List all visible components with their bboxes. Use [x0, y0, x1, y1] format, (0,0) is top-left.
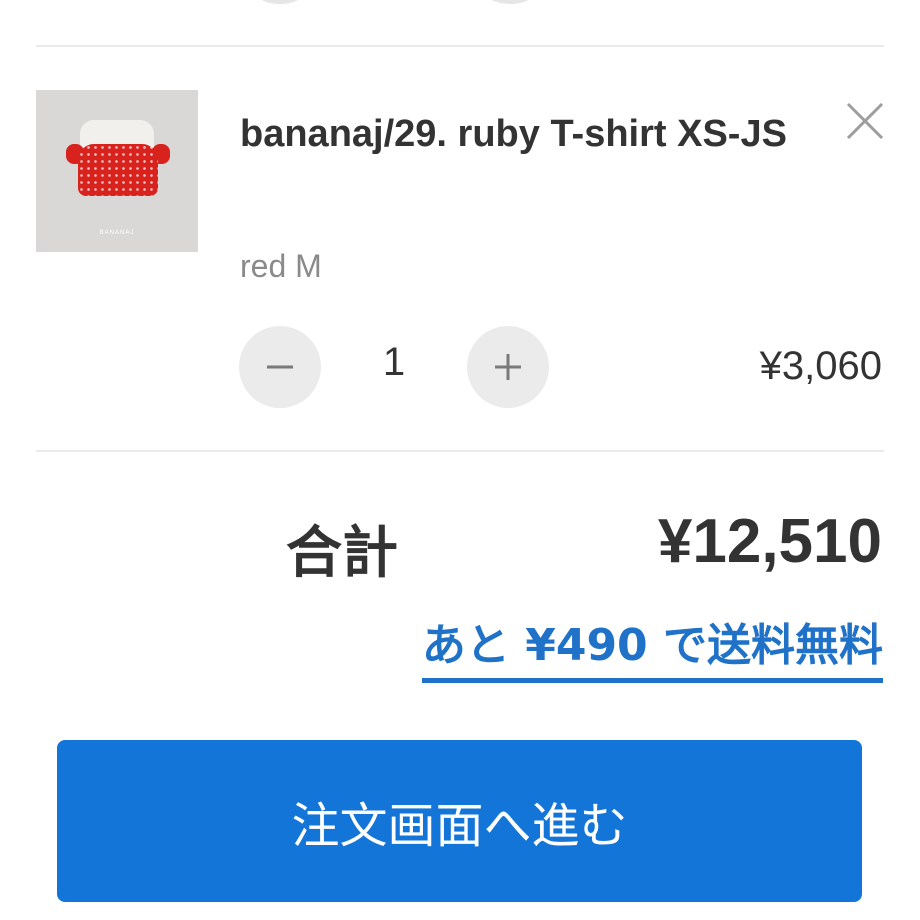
- thumbnail-brand: BANANAJ: [99, 230, 135, 236]
- total-value: ¥12,510: [657, 507, 882, 576]
- quantity-value: 1: [382, 340, 406, 384]
- total-label: 合計: [286, 521, 398, 586]
- product-variant: red M: [240, 248, 322, 284]
- plus-icon: [495, 354, 521, 380]
- shirt-image-front: [78, 144, 158, 196]
- quantity-increase-button[interactable]: [467, 326, 549, 408]
- divider: [36, 450, 884, 452]
- item-price: ¥3,060: [759, 344, 882, 388]
- product-thumbnail[interactable]: BANANAJ: [36, 90, 198, 252]
- free-shipping-link[interactable]: あと ¥490 で送料無料: [421, 618, 883, 683]
- close-icon: [846, 102, 884, 140]
- minus-icon: [267, 365, 293, 369]
- product-name[interactable]: bananaj/29. ruby T-shirt XS-JS: [240, 100, 800, 168]
- divider: [36, 45, 884, 47]
- checkout-button[interactable]: 注文画面へ進む: [57, 740, 862, 902]
- quantity-decrease-button[interactable]: [239, 326, 321, 408]
- remove-item-button[interactable]: [838, 96, 890, 148]
- previous-item-minus-button[interactable]: [248, 0, 312, 4]
- previous-item-plus-button[interactable]: [478, 0, 542, 4]
